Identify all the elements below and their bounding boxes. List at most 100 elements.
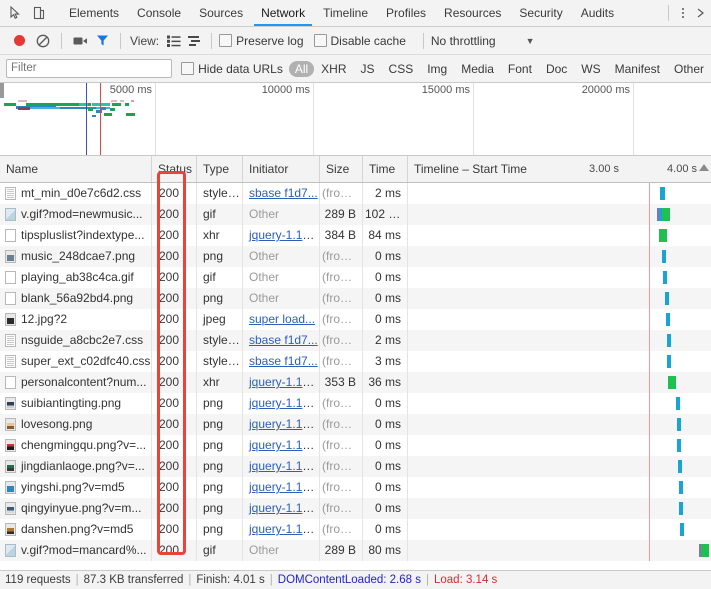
cell-initiator[interactable]: jquery-1.10... xyxy=(243,225,320,246)
table-row[interactable]: lovesong.png 200 png jquery-1.10... (fro… xyxy=(0,414,711,435)
cell-initiator[interactable]: jquery-1.10... xyxy=(243,414,320,435)
table-row[interactable]: playing_ab38c4ca.gif 200 gif Other (from… xyxy=(0,267,711,288)
column-header-name[interactable]: Name xyxy=(0,156,152,182)
cell-name[interactable]: playing_ab38c4ca.gif xyxy=(0,267,152,288)
cell-initiator[interactable]: sbase f1d7... xyxy=(243,351,320,372)
column-header-size[interactable]: Size xyxy=(320,156,363,182)
table-row[interactable]: 12.jpg?2 200 jpeg super load... (from...… xyxy=(0,309,711,330)
cell-name[interactable]: yingshi.png?v=md5 xyxy=(0,477,152,498)
tab-audits[interactable]: Audits xyxy=(572,0,623,26)
initiator-link[interactable]: sbase f1d7... xyxy=(249,354,318,368)
tab-security[interactable]: Security xyxy=(510,0,571,26)
table-row[interactable]: v.gif?mod=newmusic... 200 gif Other 289 … xyxy=(0,204,711,225)
cell-name[interactable]: 12.jpg?2 xyxy=(0,309,152,330)
table-row[interactable]: danshen.png?v=md5 200 png jquery-1.10...… xyxy=(0,519,711,540)
cell-initiator[interactable]: jquery-1.10... xyxy=(243,372,320,393)
table-row[interactable]: mt_min_d0e7c6d2.css 200 styles... sbase … xyxy=(0,183,711,204)
cell-name[interactable]: v.gif?mod=newmusic... xyxy=(0,204,152,225)
overview-left-handle[interactable] xyxy=(0,83,4,98)
table-row[interactable]: v.gif?mod=mancard%... 200 gif Other 289 … xyxy=(0,540,711,561)
disable-cache-checkbox[interactable]: Disable cache xyxy=(313,34,406,48)
table-row[interactable]: qingyinyue.png?v=m... 200 png jquery-1.1… xyxy=(0,498,711,519)
initiator-link[interactable]: jquery-1.10... xyxy=(249,480,319,494)
tab-sources[interactable]: Sources xyxy=(190,0,252,26)
close-icon[interactable] xyxy=(693,4,709,22)
table-row[interactable]: blank_56a92bd4.png 200 png Other (from..… xyxy=(0,288,711,309)
cell-name[interactable]: tipspluslist?indextype... xyxy=(0,225,152,246)
type-filter-font[interactable]: Font xyxy=(501,61,539,77)
throttling-select[interactable]: No throttling xyxy=(431,34,496,48)
column-header-status[interactable]: Status xyxy=(152,156,197,182)
tab-network[interactable]: Network xyxy=(252,0,314,26)
cell-initiator[interactable]: jquery-1.10... xyxy=(243,477,320,498)
clear-button[interactable] xyxy=(32,30,54,52)
table-row[interactable]: yingshi.png?v=md5 200 png jquery-1.10...… xyxy=(0,477,711,498)
type-filter-other[interactable]: Other xyxy=(667,61,711,77)
table-row[interactable]: chengmingqu.png?v=... 200 png jquery-1.1… xyxy=(0,435,711,456)
initiator-link[interactable]: sbase f1d7... xyxy=(249,333,318,347)
record-button[interactable] xyxy=(8,30,30,52)
cell-name[interactable]: chengmingqu.png?v=... xyxy=(0,435,152,456)
table-row[interactable]: tipspluslist?indextype... 200 xhr jquery… xyxy=(0,225,711,246)
initiator-link[interactable]: jquery-1.10... xyxy=(249,501,319,515)
table-row[interactable]: suibiantingting.png 200 png jquery-1.10.… xyxy=(0,393,711,414)
table-row[interactable]: super_ext_c02dfc40.css 200 styles... sba… xyxy=(0,351,711,372)
cell-name[interactable]: suibiantingting.png xyxy=(0,393,152,414)
hide-data-urls-checkbox[interactable]: Hide data URLs xyxy=(181,62,283,76)
type-filter-all[interactable]: All xyxy=(288,60,315,77)
cell-name[interactable]: blank_56a92bd4.png xyxy=(0,288,152,309)
tab-console[interactable]: Console xyxy=(128,0,190,26)
tab-timeline[interactable]: Timeline xyxy=(314,0,377,26)
cell-name[interactable]: nsguide_a8cbc2e7.css xyxy=(0,330,152,351)
type-filter-manifest[interactable]: Manifest xyxy=(608,61,667,77)
cell-name[interactable]: qingyinyue.png?v=m... xyxy=(0,498,152,519)
column-header-time[interactable]: Time xyxy=(363,156,408,182)
type-filter-js[interactable]: JS xyxy=(354,61,382,77)
column-header-type[interactable]: Type xyxy=(197,156,243,182)
initiator-link[interactable]: jquery-1.10... xyxy=(249,375,319,389)
initiator-link[interactable]: jquery-1.10... xyxy=(249,522,319,536)
cell-initiator[interactable]: sbase f1d7... xyxy=(243,330,320,351)
cell-name[interactable]: v.gif?mod=mancard%... xyxy=(0,540,152,561)
initiator-link[interactable]: jquery-1.10... xyxy=(249,396,319,410)
network-overview[interactable]: 5000 ms 10000 ms 15000 ms 20000 ms xyxy=(0,83,711,156)
type-filter-css[interactable]: CSS xyxy=(382,61,421,77)
view-waterfall-icon[interactable] xyxy=(184,31,204,51)
table-row[interactable]: nsguide_a8cbc2e7.css 200 styles... sbase… xyxy=(0,330,711,351)
filter-icon[interactable] xyxy=(91,30,113,52)
filter-input[interactable] xyxy=(6,59,173,78)
device-toolbar-icon[interactable] xyxy=(30,4,48,22)
type-filter-ws[interactable]: WS xyxy=(574,61,607,77)
view-list-icon[interactable] xyxy=(164,31,184,51)
inspect-element-icon[interactable] xyxy=(6,4,24,22)
column-header-timeline[interactable]: Timeline – Start Time 3.00 s 4.00 s xyxy=(408,156,711,182)
cell-initiator[interactable]: jquery-1.10... xyxy=(243,498,320,519)
sort-ascending-icon[interactable] xyxy=(699,164,709,171)
type-filter-media[interactable]: Media xyxy=(454,61,501,77)
tab-profiles[interactable]: Profiles xyxy=(377,0,435,26)
cell-initiator[interactable]: jquery-1.10... xyxy=(243,456,320,477)
initiator-link[interactable]: jquery-1.10... xyxy=(249,228,319,242)
cell-initiator[interactable]: super load... xyxy=(243,309,320,330)
initiator-link[interactable]: jquery-1.10... xyxy=(249,417,319,431)
cell-name[interactable]: mt_min_d0e7c6d2.css xyxy=(0,183,152,204)
chevron-down-icon[interactable]: ▼ xyxy=(526,36,535,46)
initiator-link[interactable]: jquery-1.10... xyxy=(249,438,319,452)
table-row[interactable]: jingdianlaoge.png?v=... 200 png jquery-1… xyxy=(0,456,711,477)
column-header-initiator[interactable]: Initiator xyxy=(243,156,320,182)
initiator-link[interactable]: sbase f1d7... xyxy=(249,186,318,200)
cell-name[interactable]: jingdianlaoge.png?v=... xyxy=(0,456,152,477)
cell-initiator[interactable]: sbase f1d7... xyxy=(243,183,320,204)
initiator-link[interactable]: super load... xyxy=(249,312,315,326)
cell-name[interactable]: lovesong.png xyxy=(0,414,152,435)
type-filter-doc[interactable]: Doc xyxy=(539,61,574,77)
camera-icon[interactable] xyxy=(69,30,91,52)
cell-initiator[interactable]: jquery-1.10... xyxy=(243,435,320,456)
cell-name[interactable]: personalcontent?num... xyxy=(0,372,152,393)
more-options-icon[interactable] xyxy=(675,4,691,22)
preserve-log-checkbox[interactable]: Preserve log xyxy=(219,34,304,48)
cell-initiator[interactable]: jquery-1.10... xyxy=(243,519,320,540)
initiator-link[interactable]: jquery-1.10... xyxy=(249,459,319,473)
cell-name[interactable]: danshen.png?v=md5 xyxy=(0,519,152,540)
tab-elements[interactable]: Elements xyxy=(60,0,128,26)
